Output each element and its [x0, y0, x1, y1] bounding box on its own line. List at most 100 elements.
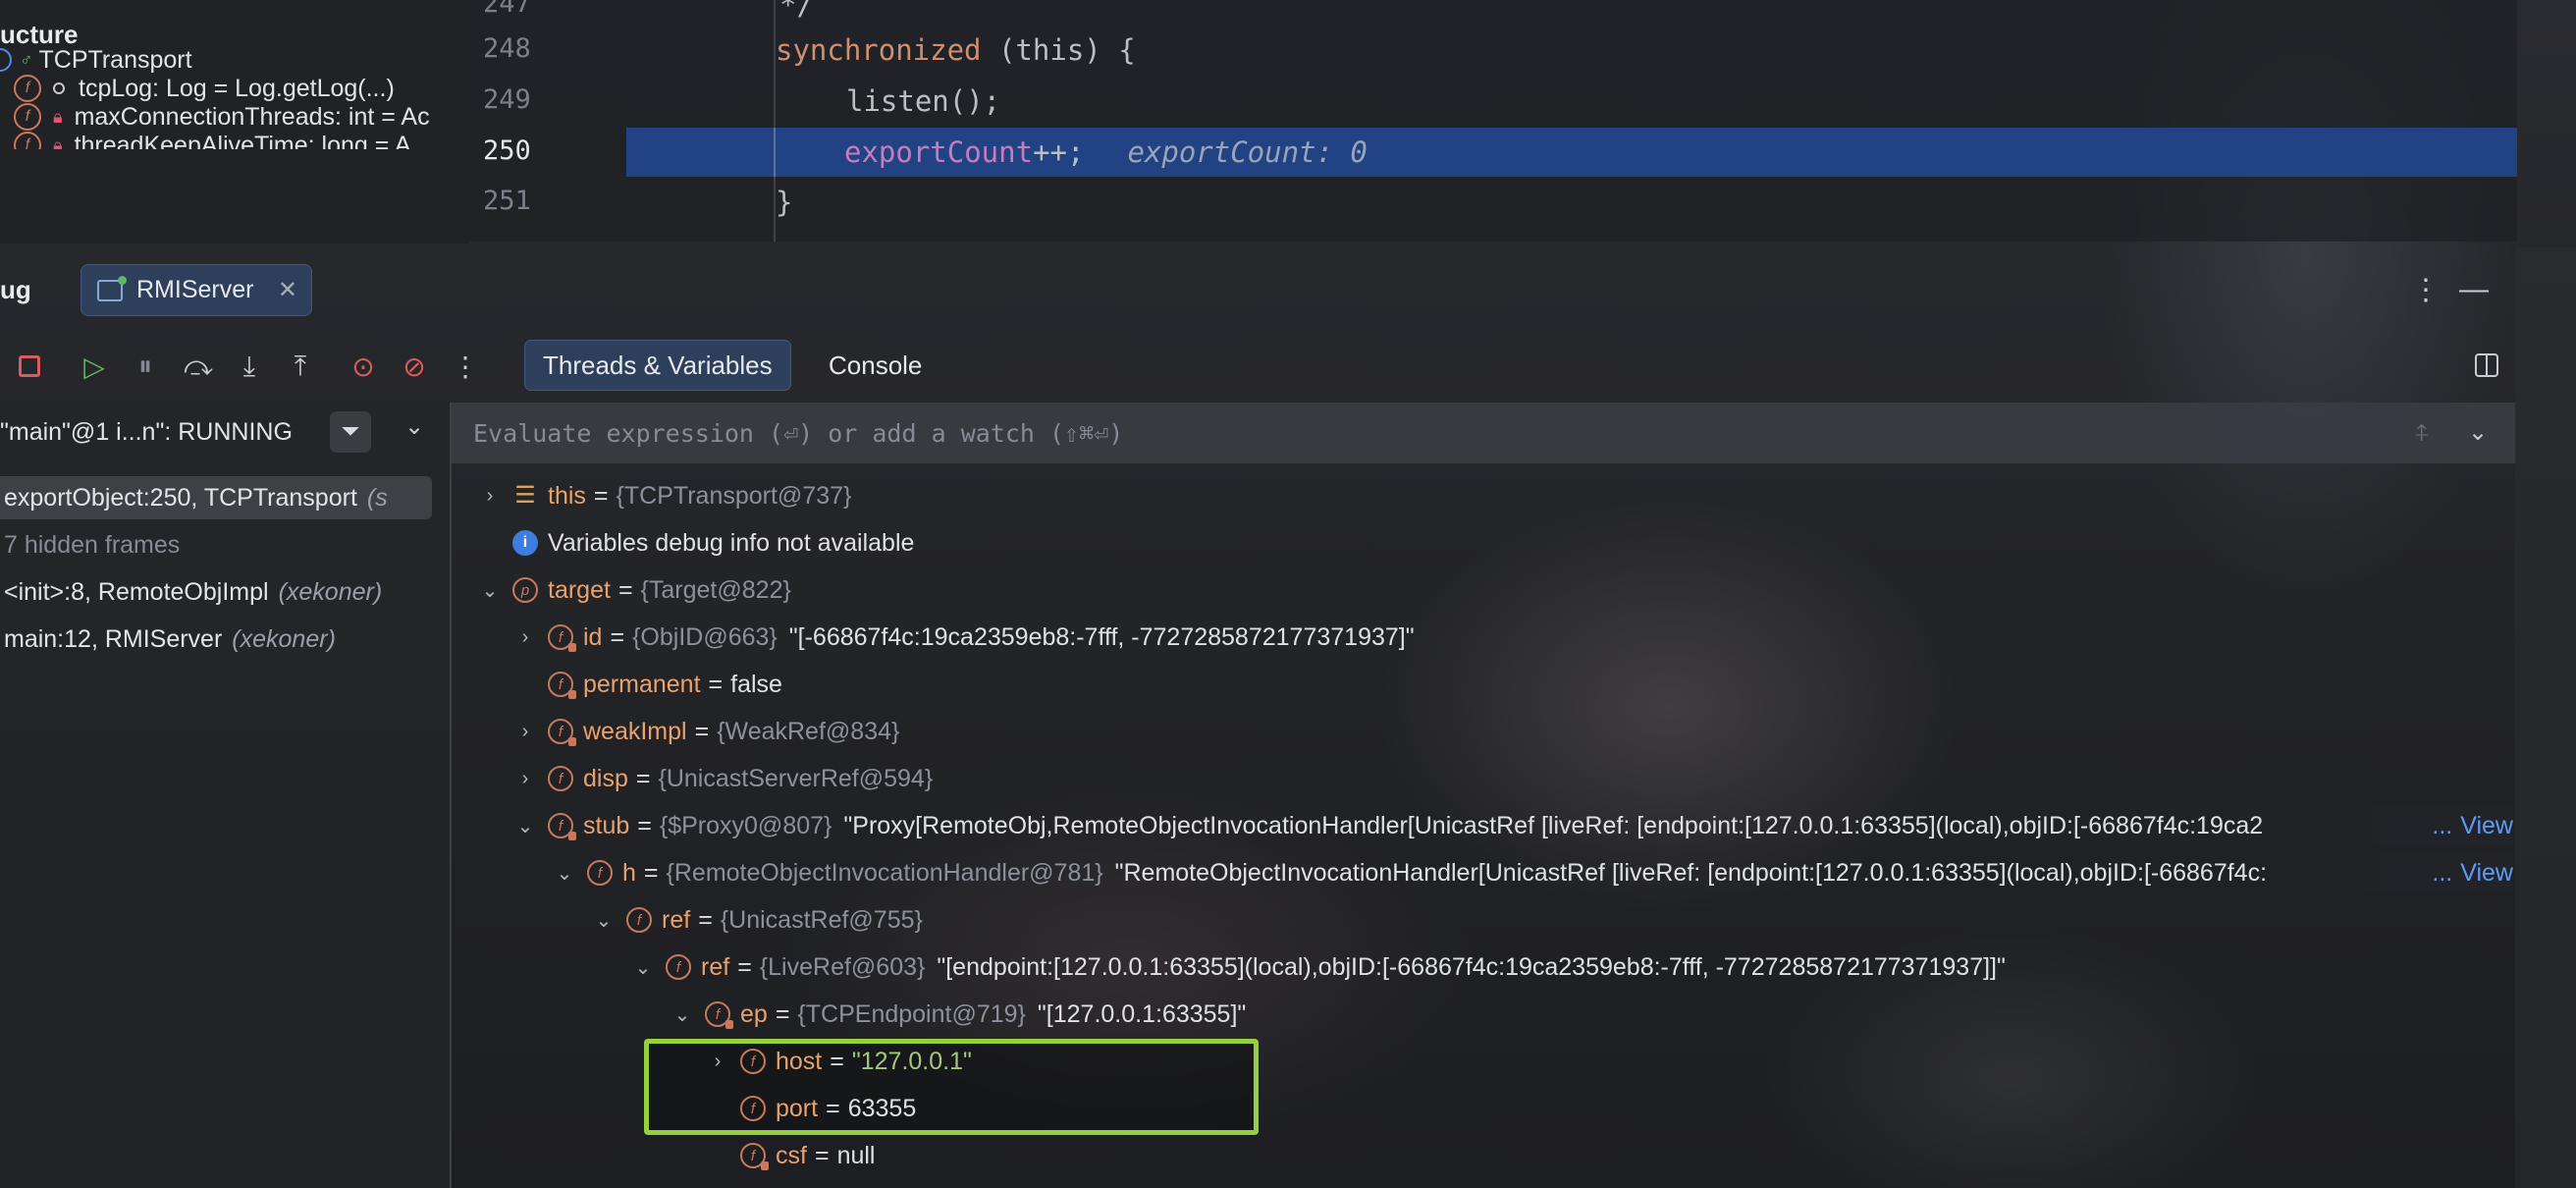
variable-row[interactable]: ⌄ f ref = {UnicastRef@755} — [591, 900, 923, 940]
step-over-icon[interactable]: ⤼ — [181, 349, 216, 384]
mute-breakpoints-icon[interactable]: ⊘ — [397, 349, 432, 384]
variable-name: permanent — [583, 670, 701, 698]
variable-value: "Proxy[RemoteObj,RemoteObjectInvocationH… — [843, 811, 2264, 839]
variable-row[interactable]: ⌄ p target = {Target@822} — [477, 570, 791, 610]
parameter-icon: p — [512, 577, 538, 603]
hidden-frames-row[interactable]: 7 hidden frames — [0, 523, 180, 567]
chevron-down-icon[interactable]: ⌄ — [2468, 418, 2488, 447]
chevron-down-icon[interactable]: ⌄ — [670, 1002, 695, 1027]
chevron-down-icon[interactable]: ⌄ — [552, 861, 577, 886]
line-number: 249 — [483, 84, 531, 115]
variable-type: {ObjID@663} — [632, 622, 778, 651]
frame-row[interactable]: main:12, RMIServer (xekoner) — [0, 618, 336, 661]
private-field-icon: f — [548, 719, 576, 746]
chevron-down-icon[interactable]: ⌄ — [630, 955, 656, 980]
add-watch-icon[interactable]: ⍏ — [2415, 420, 2429, 448]
variable-name: ref — [662, 905, 691, 934]
tab-console[interactable]: Console — [811, 340, 939, 391]
variable-type: {RemoteObjectInvocationHandler@781} — [666, 858, 1103, 887]
chevron-right-icon[interactable]: › — [512, 626, 538, 649]
info-icon: i — [512, 530, 538, 556]
resume-icon[interactable]: ▷ — [77, 349, 112, 384]
more-actions-icon[interactable]: ⋮ — [448, 349, 483, 384]
variable-type: {UnicastRef@755} — [720, 905, 923, 934]
frame-row-selected[interactable]: exportObject:250, TCPTransport (s — [0, 476, 432, 519]
execution-point-line: exportCount ++; exportCount: 0 — [626, 128, 2517, 177]
inline-value-hint: exportCount: 0 — [1127, 135, 1368, 169]
view-link[interactable]: View — [2460, 859, 2513, 888]
variable-row[interactable]: ⌄ f ep = {TCPEndpoint@719} "[127.0.0.1:63… — [670, 995, 1246, 1034]
evaluate-placeholder: Evaluate expression (⏎) or add a watch (… — [473, 418, 1124, 448]
thread-selector-label: "main"@1 i...n": RUNNING — [0, 417, 293, 446]
variable-row[interactable]: › f weakImpl = {WeakRef@834} — [512, 712, 899, 751]
close-icon[interactable]: ✕ — [278, 276, 297, 304]
filter-icon[interactable]: ⏷ — [330, 411, 371, 453]
minimize-icon[interactable]: — — [2459, 273, 2489, 306]
chevron-right-icon[interactable]: › — [705, 1051, 730, 1073]
variable-row[interactable]: ⌄ f ref = {LiveRef@603} "[endpoint:[127.0… — [630, 947, 2006, 987]
variable-value: "[-66867f4c:19ca2359eb8:-7fff, -77272858… — [788, 622, 1415, 651]
code-editor[interactable]: 247 248 249 250 251 */ synchronized (thi… — [469, 0, 2517, 242]
variable-row[interactable]: › f host = "127.0.0.1" — [705, 1042, 972, 1081]
variable-name: ref — [701, 952, 730, 981]
run-config-tab[interactable]: RMIServer ✕ — [80, 264, 312, 316]
chevron-right-icon[interactable]: › — [512, 721, 538, 743]
structure-panel: ucture ♂ TCPTransport f tcpLog: Log = Lo… — [0, 0, 469, 243]
variable-row[interactable]: f port = 63355 — [705, 1089, 916, 1128]
private-lock-icon: 🔒︎ — [53, 106, 63, 127]
chevron-down-icon[interactable]: ⌄ — [591, 908, 617, 933]
variable-value: "RemoteObjectInvocationHandler[UnicastRe… — [1114, 858, 2268, 887]
line-number: 251 — [483, 186, 531, 216]
chevron-down-icon[interactable]: ⌄ — [404, 412, 424, 441]
more-options-icon[interactable]: ⋮ — [2411, 273, 2441, 307]
view-link[interactable]: View — [2460, 812, 2513, 840]
variable-row[interactable]: ⌄ f stub = {$Proxy0@807} "Proxy[RemoteObj… — [512, 806, 2509, 845]
stop-icon[interactable] — [12, 349, 47, 384]
variable-name: this — [548, 481, 586, 510]
private-lock-icon: 🔒︎ — [53, 135, 63, 155]
panel-splitter[interactable] — [450, 403, 452, 1188]
tab-threads-variables[interactable]: Threads & Variables — [524, 340, 791, 391]
variable-row[interactable]: › f disp = {UnicastServerRef@594} — [512, 759, 934, 798]
chevron-right-icon[interactable]: › — [477, 485, 503, 508]
variable-name: csf — [776, 1141, 807, 1169]
variable-value: 63355 — [847, 1094, 917, 1122]
variable-name: host — [776, 1047, 823, 1075]
step-into-icon[interactable]: ⤓ — [232, 349, 267, 384]
frames-panel — [0, 403, 450, 1188]
structure-item-field[interactable]: f 🔒︎ threadKeepAliveTime: long = A — [0, 126, 411, 155]
chevron-right-icon[interactable]: › — [512, 768, 538, 790]
layout-settings-icon[interactable] — [2475, 353, 2498, 377]
pause-icon[interactable]: ⏸︎ — [128, 349, 163, 384]
variable-row[interactable]: f csf = null — [705, 1136, 875, 1175]
code-line: } — [776, 186, 793, 219]
variable-name: target — [548, 575, 611, 604]
variable-name: weakImpl — [583, 717, 687, 745]
evaluate-expression-input[interactable]: Evaluate expression (⏎) or add a watch (… — [452, 403, 2515, 463]
frame-method: <init>:8, RemoteObjImpl — [4, 577, 269, 606]
field-icon: f — [548, 766, 573, 791]
code-line: listen(); — [846, 84, 1001, 118]
chevron-down-icon[interactable]: ⌄ — [512, 814, 538, 838]
variable-row[interactable]: › ☰ this = {TCPTransport@737} — [477, 476, 852, 515]
field-icon: f — [587, 860, 613, 886]
variable-type: {LiveRef@603} — [759, 952, 926, 981]
chevron-down-icon[interactable]: ⌄ — [477, 578, 503, 603]
stack-icon: ☰ — [514, 482, 536, 509]
variable-value: null — [836, 1141, 876, 1169]
variable-row[interactable]: ⌄ f h = {RemoteObjectInvocationHandler@78… — [552, 853, 2509, 892]
frame-row[interactable]: <init>:8, RemoteObjImpl (xekoner) — [0, 570, 382, 614]
variable-row[interactable]: › f id = {ObjID@663} "[-66867f4c:19ca2359… — [512, 618, 1415, 657]
code-line: synchronized (this) { — [776, 33, 1136, 67]
view-breakpoints-icon[interactable]: ⊙ — [346, 349, 381, 384]
step-out-icon[interactable]: ⤒ — [283, 349, 318, 384]
field-icon: f — [14, 132, 41, 149]
private-field-icon: f — [548, 813, 576, 840]
leaf-icon: ♂ — [20, 49, 33, 70]
variable-value: "[endpoint:[127.0.0.1:63355](local),objI… — [937, 952, 2006, 981]
variable-row[interactable]: f permanent = false — [512, 665, 782, 704]
field-icon: f — [666, 954, 691, 980]
variable-name: disp — [583, 764, 628, 792]
variable-name: id — [583, 622, 603, 651]
thread-selector[interactable]: "main"@1 i...n": RUNNING — [0, 412, 293, 452]
